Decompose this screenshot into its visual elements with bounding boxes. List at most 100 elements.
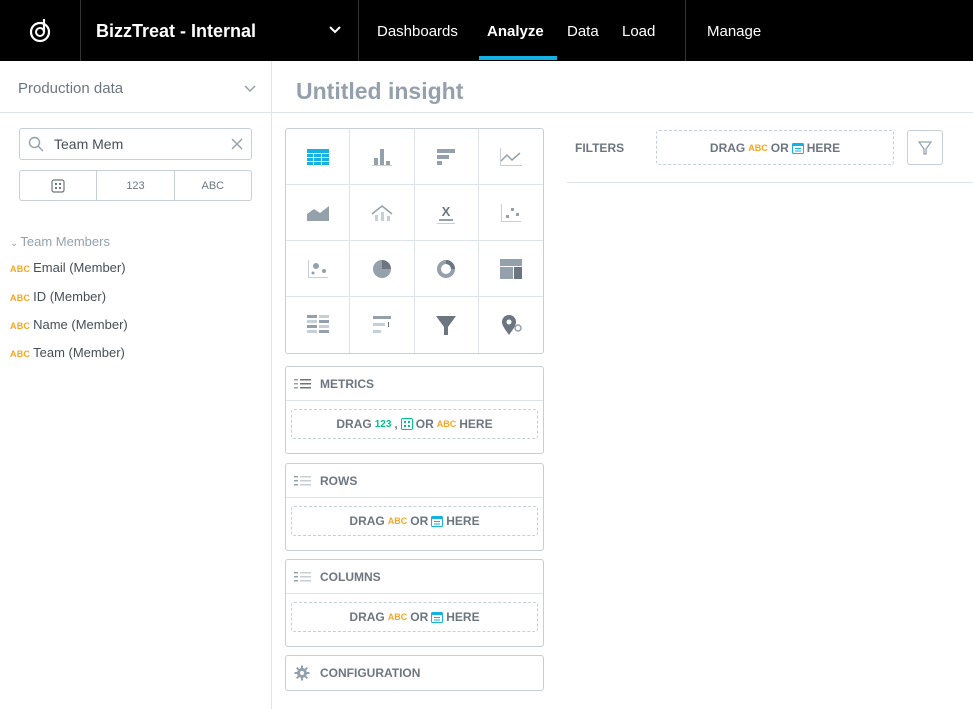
viz-area-button[interactable] [286,185,351,241]
viz-treemap-button[interactable] [478,241,543,297]
nav-data[interactable]: Data [567,23,599,40]
chevron-down-icon[interactable] [328,25,342,35]
attribute-token: ABC [387,612,408,622]
attribute-token: ABC [748,142,768,153]
metrics-bucket: METRICS DRAG 123 , OR ABC HERE [285,366,544,454]
area-chart-icon [306,205,329,221]
viz-bar-button[interactable] [414,129,479,185]
insight-title[interactable]: Untitled insight [296,78,463,105]
field-item[interactable]: ABC Email (Member) [10,260,126,275]
viz-table-button[interactable] [286,129,351,185]
viz-donut-button[interactable] [414,241,479,297]
divider [80,0,81,61]
viz-combo-button[interactable] [350,185,415,241]
divider [272,112,973,113]
viz-line-button[interactable] [478,129,543,185]
or-text: OR [415,417,434,431]
divider [567,182,973,183]
project-label: Production data [18,80,124,97]
nav-analyze[interactable]: Analyze [487,23,544,40]
columns-dropzone[interactable]: DRAG ABC OR HERE [291,602,538,632]
gear-icon [294,665,310,681]
workspace-name[interactable]: BizzTreat - Internal [96,21,256,42]
filter-date-button[interactable] [20,171,98,200]
funnel-icon [436,316,457,335]
list-icon [294,378,311,388]
viz-scatter-button[interactable] [478,185,543,241]
divider [685,0,686,61]
visualization-picker: X [285,128,544,354]
viz-funnel-button[interactable] [415,297,479,353]
attribute-icon: ABC [10,321,31,331]
nav-load[interactable]: Load [622,23,655,40]
bullet-chart-icon [372,316,391,333]
treemap-icon [499,258,522,279]
metric-token: 123 [374,418,392,430]
columns-label: COLUMNS [320,569,381,584]
field-item[interactable]: ABC Name (Member) [10,317,128,332]
pie-chart-icon [372,259,391,278]
filters-dropzone[interactable]: DRAG ABC OR HERE [656,130,894,165]
nav-manage[interactable]: Manage [707,23,761,40]
here-text: HERE [446,610,480,624]
search-box [19,128,252,160]
bar-chart-icon [437,148,456,165]
list-icon [294,571,311,581]
table-icon [306,148,329,165]
field-label: Name (Member) [33,317,128,332]
heatmap-icon [306,315,329,333]
rows-label: ROWS [320,473,358,488]
calendar-icon [431,612,444,623]
filter-metric-button[interactable]: 123 [97,171,175,200]
here-text: HERE [806,140,841,155]
attribute-icon: ABC [10,349,31,359]
attribute-icon: ABC [10,293,31,303]
calendar-icon [400,418,413,430]
field-item[interactable]: ABC Team (Member) [10,345,125,360]
viz-geo-button[interactable] [479,297,543,353]
nav-dashboards[interactable]: Dashboards [377,23,458,40]
type-filter: 123 ABC [19,170,252,201]
field-label: Team (Member) [33,345,125,360]
divider [358,0,359,61]
drag-text: DRAG [336,417,372,431]
search-input[interactable] [54,129,214,159]
viz-pie-button[interactable] [350,241,415,297]
line-chart-icon [499,147,522,166]
columns-header: COLUMNS [286,560,543,594]
group-header[interactable]: ⌄ Team Members [10,234,110,249]
map-pin-icon [501,315,522,335]
attribute-token: ABC [436,419,457,429]
filters-label: FILTERS [575,141,625,155]
field-label: Email (Member) [33,260,126,275]
rows-bucket: ROWS DRAG ABC OR HERE [285,463,544,551]
project-selector[interactable]: Production data [0,61,271,113]
viz-bubble-button[interactable] [286,241,351,297]
field-item[interactable]: ABC ID (Member) [10,289,106,304]
filter-button[interactable] [907,130,943,165]
close-icon[interactable] [230,137,244,151]
scatter-plot-icon [500,203,521,222]
viz-bullet-button[interactable] [350,297,415,353]
donut-chart-icon [437,259,456,278]
viz-headline-button[interactable]: X [414,185,479,241]
metrics-header: METRICS [286,367,543,401]
viz-heatmap-button[interactable] [286,297,351,353]
columns-bucket: COLUMNS DRAG ABC OR HERE [285,559,544,647]
filter-attribute-button[interactable]: ABC [175,171,251,200]
viz-column-button[interactable] [350,129,415,185]
here-text: HERE [446,514,480,528]
logo-icon[interactable] [22,13,58,49]
headline-icon: X [437,204,456,224]
or-text: OR [770,140,789,155]
drag-text: DRAG [349,610,385,624]
chevron-down-icon[interactable] [244,85,256,93]
calendar-icon [791,142,804,154]
configuration-section[interactable]: CONFIGURATION [285,655,544,691]
calendar-icon [51,178,65,193]
metrics-label: METRICS [320,376,374,391]
rows-dropzone[interactable]: DRAG ABC OR HERE [291,506,538,536]
metrics-dropzone[interactable]: DRAG 123 , OR ABC HERE [291,409,538,439]
or-text: OR [410,514,429,528]
group-label: Team Members [20,234,110,249]
